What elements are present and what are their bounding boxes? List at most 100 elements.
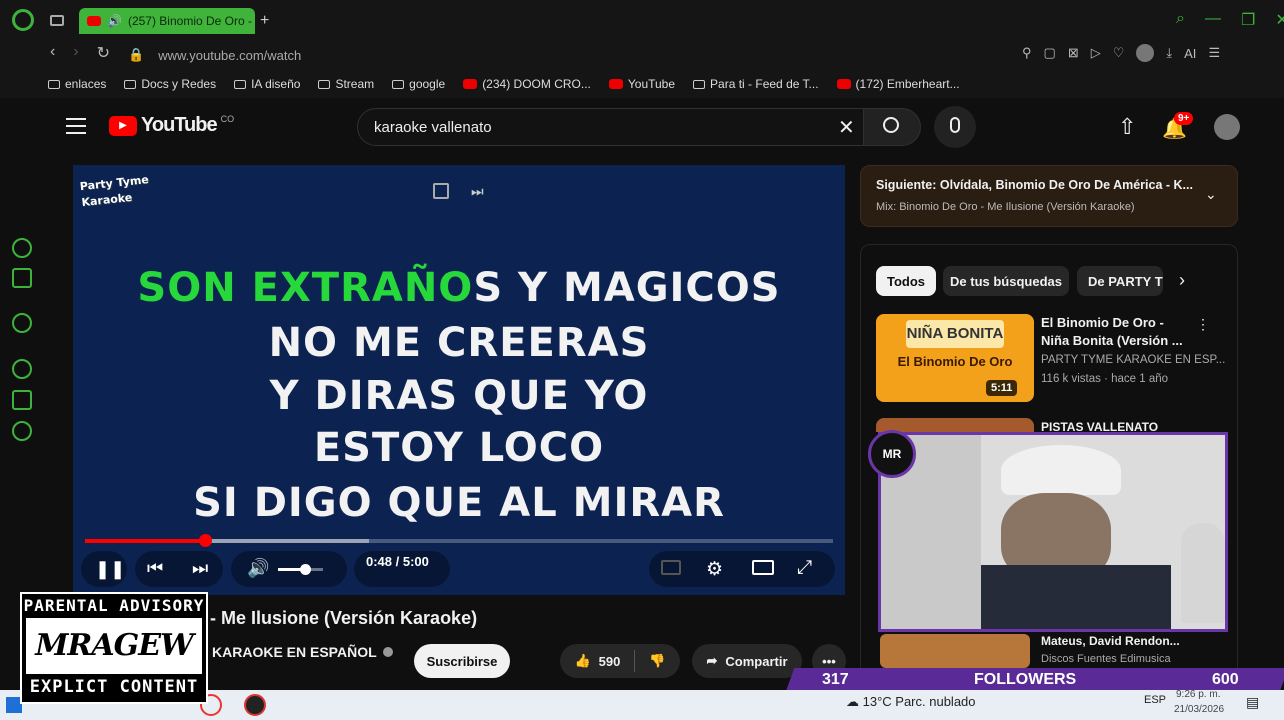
bookmark-item[interactable]: enlaces bbox=[48, 77, 106, 91]
more-vert-icon[interactable]: ⋮ bbox=[1196, 316, 1210, 333]
forward-button[interactable]: › bbox=[73, 43, 78, 63]
video-player[interactable]: Party Tyme Karaoke ⏭ SON EXTRAÑOS Y MAGI… bbox=[73, 165, 845, 595]
snapshot-icon[interactable]: ▢ bbox=[1044, 45, 1056, 61]
chip-party[interactable]: De PARTY T bbox=[1077, 266, 1163, 296]
voice-search-button[interactable] bbox=[934, 106, 976, 148]
bookmark-label: (234) DOOM CRO... bbox=[482, 77, 591, 91]
bookmark-item[interactable]: (172) Emberheart... bbox=[836, 77, 960, 91]
adblock-icon[interactable]: ⊠ bbox=[1068, 45, 1079, 61]
progress-bar[interactable] bbox=[85, 534, 833, 547]
gx-control-icon[interactable] bbox=[12, 238, 32, 258]
followers-label: FOLLOWERS bbox=[974, 671, 1077, 688]
close-window-button[interactable]: ✕ bbox=[1275, 10, 1284, 30]
speaker-icon[interactable]: 🔊 bbox=[107, 14, 122, 28]
bookmark-label: Stream bbox=[335, 77, 375, 91]
ai-button[interactable]: AI bbox=[1184, 46, 1196, 61]
settings-icon[interactable] bbox=[12, 421, 32, 441]
twitch-icon[interactable] bbox=[12, 268, 32, 288]
notification-badge: 9+ bbox=[1174, 112, 1194, 125]
weather-widget[interactable]: ☁ 13°C Parc. nublado bbox=[846, 694, 976, 710]
lyric-unsung: ESTOY LOCO bbox=[313, 425, 605, 471]
hamburger-menu-icon[interactable] bbox=[66, 118, 86, 134]
new-tab-button[interactable]: + bbox=[260, 12, 269, 30]
miniplayer-icon[interactable] bbox=[433, 183, 449, 199]
back-button[interactable]: ‹ bbox=[50, 43, 55, 63]
followers-current: 317 bbox=[822, 671, 849, 688]
whatsapp-icon[interactable] bbox=[12, 313, 32, 333]
bookmark-item[interactable]: YouTube bbox=[608, 77, 675, 91]
fullscreen-icon[interactable]: ⤢ bbox=[797, 557, 812, 579]
play-icon[interactable]: ▷ bbox=[1091, 45, 1101, 61]
like-icon[interactable]: 👍 bbox=[574, 653, 590, 669]
next-icon[interactable]: ⏭ bbox=[192, 558, 208, 579]
rec-item[interactable]: Mateus, David Rendon... Discos Fuentes E… bbox=[876, 634, 1231, 668]
upload-icon[interactable]: ⇧ bbox=[1118, 114, 1136, 140]
rec-title: Mateus, David Rendon... bbox=[1041, 634, 1180, 648]
volume-handle[interactable] bbox=[300, 564, 311, 575]
chip-todos[interactable]: Todos bbox=[876, 266, 936, 296]
bookmark-item[interactable]: IA diseño bbox=[234, 77, 300, 91]
bookmark-item[interactable]: Stream bbox=[318, 77, 374, 91]
account-avatar[interactable] bbox=[1214, 114, 1240, 140]
settings-gear-icon[interactable]: ⚙ bbox=[706, 558, 723, 581]
rec-thumbnail[interactable]: NIÑA BONITA El Binomio De Oro 5:11 bbox=[876, 314, 1034, 402]
lyric-unsung: Y DIRAS QUE YO bbox=[269, 373, 649, 419]
video-title: - Me Ilusione (Versión Karaoke) bbox=[210, 608, 478, 628]
search-input[interactable]: karaoke vallenato bbox=[357, 108, 877, 146]
language-indicator[interactable]: ESP bbox=[1144, 694, 1166, 706]
theater-mode-icon[interactable] bbox=[752, 560, 774, 575]
notification-center-icon[interactable]: ▤ bbox=[1246, 694, 1259, 711]
extensions-icon[interactable] bbox=[12, 390, 32, 410]
lyric-unsung: S Y MAGICOS bbox=[473, 265, 781, 311]
heart-icon[interactable]: ♡ bbox=[1113, 45, 1125, 61]
channel-name-row[interactable]: KARAOKE EN ESPAÑOL bbox=[212, 644, 393, 660]
clear-search-icon[interactable]: ✕ bbox=[838, 115, 855, 140]
chip-label: De PARTY T bbox=[1088, 273, 1163, 289]
youtube-logo[interactable]: ▶ YouTube CO bbox=[109, 114, 234, 137]
nav-buttons: ‹ › ↻ bbox=[50, 43, 110, 63]
dislike-icon[interactable]: 👎 bbox=[649, 653, 665, 669]
clock-date[interactable]: 21/03/2026 bbox=[1174, 704, 1224, 715]
chevron-down-icon[interactable]: ⌄ bbox=[1205, 186, 1217, 203]
minimize-button[interactable]: — bbox=[1205, 10, 1221, 30]
subtitles-icon[interactable] bbox=[661, 560, 681, 575]
chip-searches[interactable]: De tus búsquedas bbox=[943, 266, 1069, 296]
rec-thumbnail[interactable] bbox=[880, 634, 1030, 668]
tab-menu-icon[interactable] bbox=[50, 15, 64, 26]
avatar-icon[interactable] bbox=[1136, 44, 1155, 62]
bookmark-item[interactable]: Docs y Redes bbox=[124, 77, 216, 91]
clock-time[interactable]: 9:26 p. m. bbox=[1176, 689, 1220, 700]
channel-name[interactable]: KARAOKE EN ESPAÑOL bbox=[212, 644, 377, 660]
browser-tab[interactable]: 🔊 (257) Binomio De Oro - bbox=[79, 8, 255, 34]
settings-menu-icon[interactable]: ☰ bbox=[1208, 45, 1220, 61]
up-next-panel[interactable]: Siguiente: Olvídala, Binomio De Oro De A… bbox=[860, 165, 1238, 227]
scrubber-handle[interactable] bbox=[198, 534, 212, 547]
rec-item[interactable]: NIÑA BONITA El Binomio De Oro 5:11 El Bi… bbox=[876, 314, 1231, 406]
subscribe-button[interactable]: Suscribirse bbox=[414, 644, 510, 678]
rec-item[interactable]: PISTAS VALLENATO bbox=[876, 418, 1231, 434]
skip-next-overlay-icon[interactable]: ⏭ bbox=[471, 183, 484, 200]
pin-icon[interactable]: ⚲ bbox=[1022, 45, 1032, 61]
obs-app-icon[interactable] bbox=[244, 694, 266, 716]
reload-icon[interactable]: ↻ bbox=[97, 43, 110, 63]
chips-next-icon[interactable]: › bbox=[1179, 270, 1185, 291]
pause-icon[interactable]: ❚❚ bbox=[95, 559, 125, 580]
search-tabs-icon[interactable]: ⌕ bbox=[1176, 10, 1185, 30]
previous-icon[interactable]: ⏮ bbox=[147, 558, 163, 579]
bookmark-item[interactable]: google bbox=[392, 77, 445, 91]
search-button[interactable] bbox=[863, 108, 921, 146]
address-bar[interactable]: 🔒 www.youtube.com/watch bbox=[128, 44, 1028, 66]
lyric-line: ESTOY LOCO bbox=[73, 425, 845, 471]
bookmark-item[interactable]: (234) DOOM CRO... bbox=[463, 77, 591, 91]
volume-slider[interactable] bbox=[278, 564, 323, 575]
download-icon[interactable]: ⤓ bbox=[1166, 45, 1172, 61]
share-button[interactable]: ➦ Compartir bbox=[692, 644, 802, 678]
bookmark-item[interactable]: Para ti - Feed de T... bbox=[693, 77, 819, 91]
maximize-button[interactable]: ❐ bbox=[1241, 10, 1255, 30]
person-shirt bbox=[981, 565, 1171, 629]
volume-icon[interactable]: 🔊 bbox=[247, 558, 269, 579]
history-icon[interactable] bbox=[12, 359, 32, 379]
rec-thumbnail[interactable] bbox=[876, 418, 1034, 432]
opera-gx-logo-icon[interactable] bbox=[12, 9, 34, 31]
followers-goal: 600 bbox=[1212, 671, 1239, 688]
